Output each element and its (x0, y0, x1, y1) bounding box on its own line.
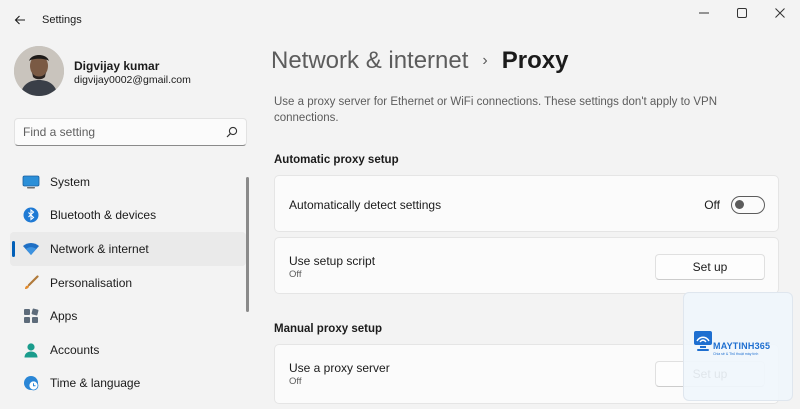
search-icon[interactable] (226, 126, 238, 138)
user-name: Digvijay kumar (74, 59, 160, 73)
person-icon (22, 341, 40, 359)
monitor-logo-icon (694, 331, 712, 351)
title-bar: Settings (0, 0, 800, 40)
sidebar-nav: System Bluetooth & devices Network & int… (10, 165, 246, 400)
globe-clock-icon (22, 374, 40, 392)
bluetooth-icon (22, 206, 40, 224)
setup-script-status: Off (289, 269, 302, 280)
auto-detect-state: Off (704, 198, 720, 212)
back-arrow-icon (14, 15, 25, 25)
sidebar-item-label: Bluetooth & devices (50, 208, 157, 223)
wifi-icon (22, 240, 40, 258)
section-title-manual: Manual proxy setup (274, 323, 382, 335)
sidebar-item-apps[interactable]: Apps (10, 299, 246, 333)
sidebar-scrollbar[interactable] (246, 177, 249, 312)
sidebar-item-label: Accounts (50, 342, 100, 357)
breadcrumb-parent[interactable]: Network & internet (271, 47, 468, 75)
monitor-icon (22, 173, 40, 191)
sidebar-item-label: Network & internet (50, 241, 149, 256)
toggle-knob (735, 200, 744, 209)
avatar[interactable] (14, 46, 64, 96)
selection-indicator (12, 241, 15, 258)
sidebar-item-label: Time & language (50, 376, 141, 391)
back-button[interactable] (8, 8, 32, 32)
proxy-server-label: Use a proxy server (289, 361, 390, 375)
user-email: digvijay0002@gmail.com (74, 74, 191, 86)
sidebar-item-network[interactable]: Network & internet (10, 232, 246, 266)
watermark-tagline: Chia sẻ & Thủ thuật máy tính (713, 352, 759, 356)
chevron-right-icon: › (482, 52, 488, 69)
close-button[interactable] (764, 3, 796, 23)
search-input[interactable] (23, 124, 213, 140)
page-title: Proxy (501, 47, 569, 74)
auto-detect-toggle[interactable] (731, 196, 765, 214)
setup-script-button[interactable]: Set up (655, 254, 765, 280)
paintbrush-icon (22, 274, 40, 292)
page-description: Use a proxy server for Ethernet or WiFi … (274, 96, 718, 124)
section-title-automatic: Automatic proxy setup (274, 154, 399, 166)
breadcrumb: Network & internet › Proxy (271, 47, 568, 75)
close-icon (775, 8, 785, 18)
watermark-brand: MAYTINH365 (713, 341, 771, 351)
maximize-button[interactable] (726, 3, 758, 23)
app-title: Settings (42, 14, 82, 26)
sidebar-item-system[interactable]: System (10, 165, 246, 199)
proxy-server-status: Off (289, 376, 302, 387)
sidebar-item-label: Personalisation (50, 275, 133, 290)
sidebar-item-personalisation[interactable]: Personalisation (10, 266, 246, 300)
minimize-icon (699, 12, 709, 14)
minimize-button[interactable] (688, 3, 720, 23)
sidebar-item-bluetooth[interactable]: Bluetooth & devices (10, 199, 246, 233)
sidebar-item-accounts[interactable]: Accounts (10, 333, 246, 367)
setup-script-card: Use setup script Off Set up (274, 237, 779, 294)
auto-detect-card: Automatically detect settings Off (274, 175, 779, 232)
sidebar-item-label: System (50, 174, 91, 189)
sidebar-item-label: Apps (50, 309, 78, 324)
search-box[interactable] (14, 118, 247, 146)
maximize-icon (737, 8, 747, 18)
auto-detect-label: Automatically detect settings (289, 198, 442, 212)
watermark-logo: MAYTINH365 Chia sẻ & Thủ thuật máy tính (683, 292, 793, 401)
sidebar-item-time-language[interactable]: Time & language (10, 367, 246, 401)
setup-script-label: Use setup script (289, 254, 376, 268)
apps-icon (22, 307, 40, 325)
